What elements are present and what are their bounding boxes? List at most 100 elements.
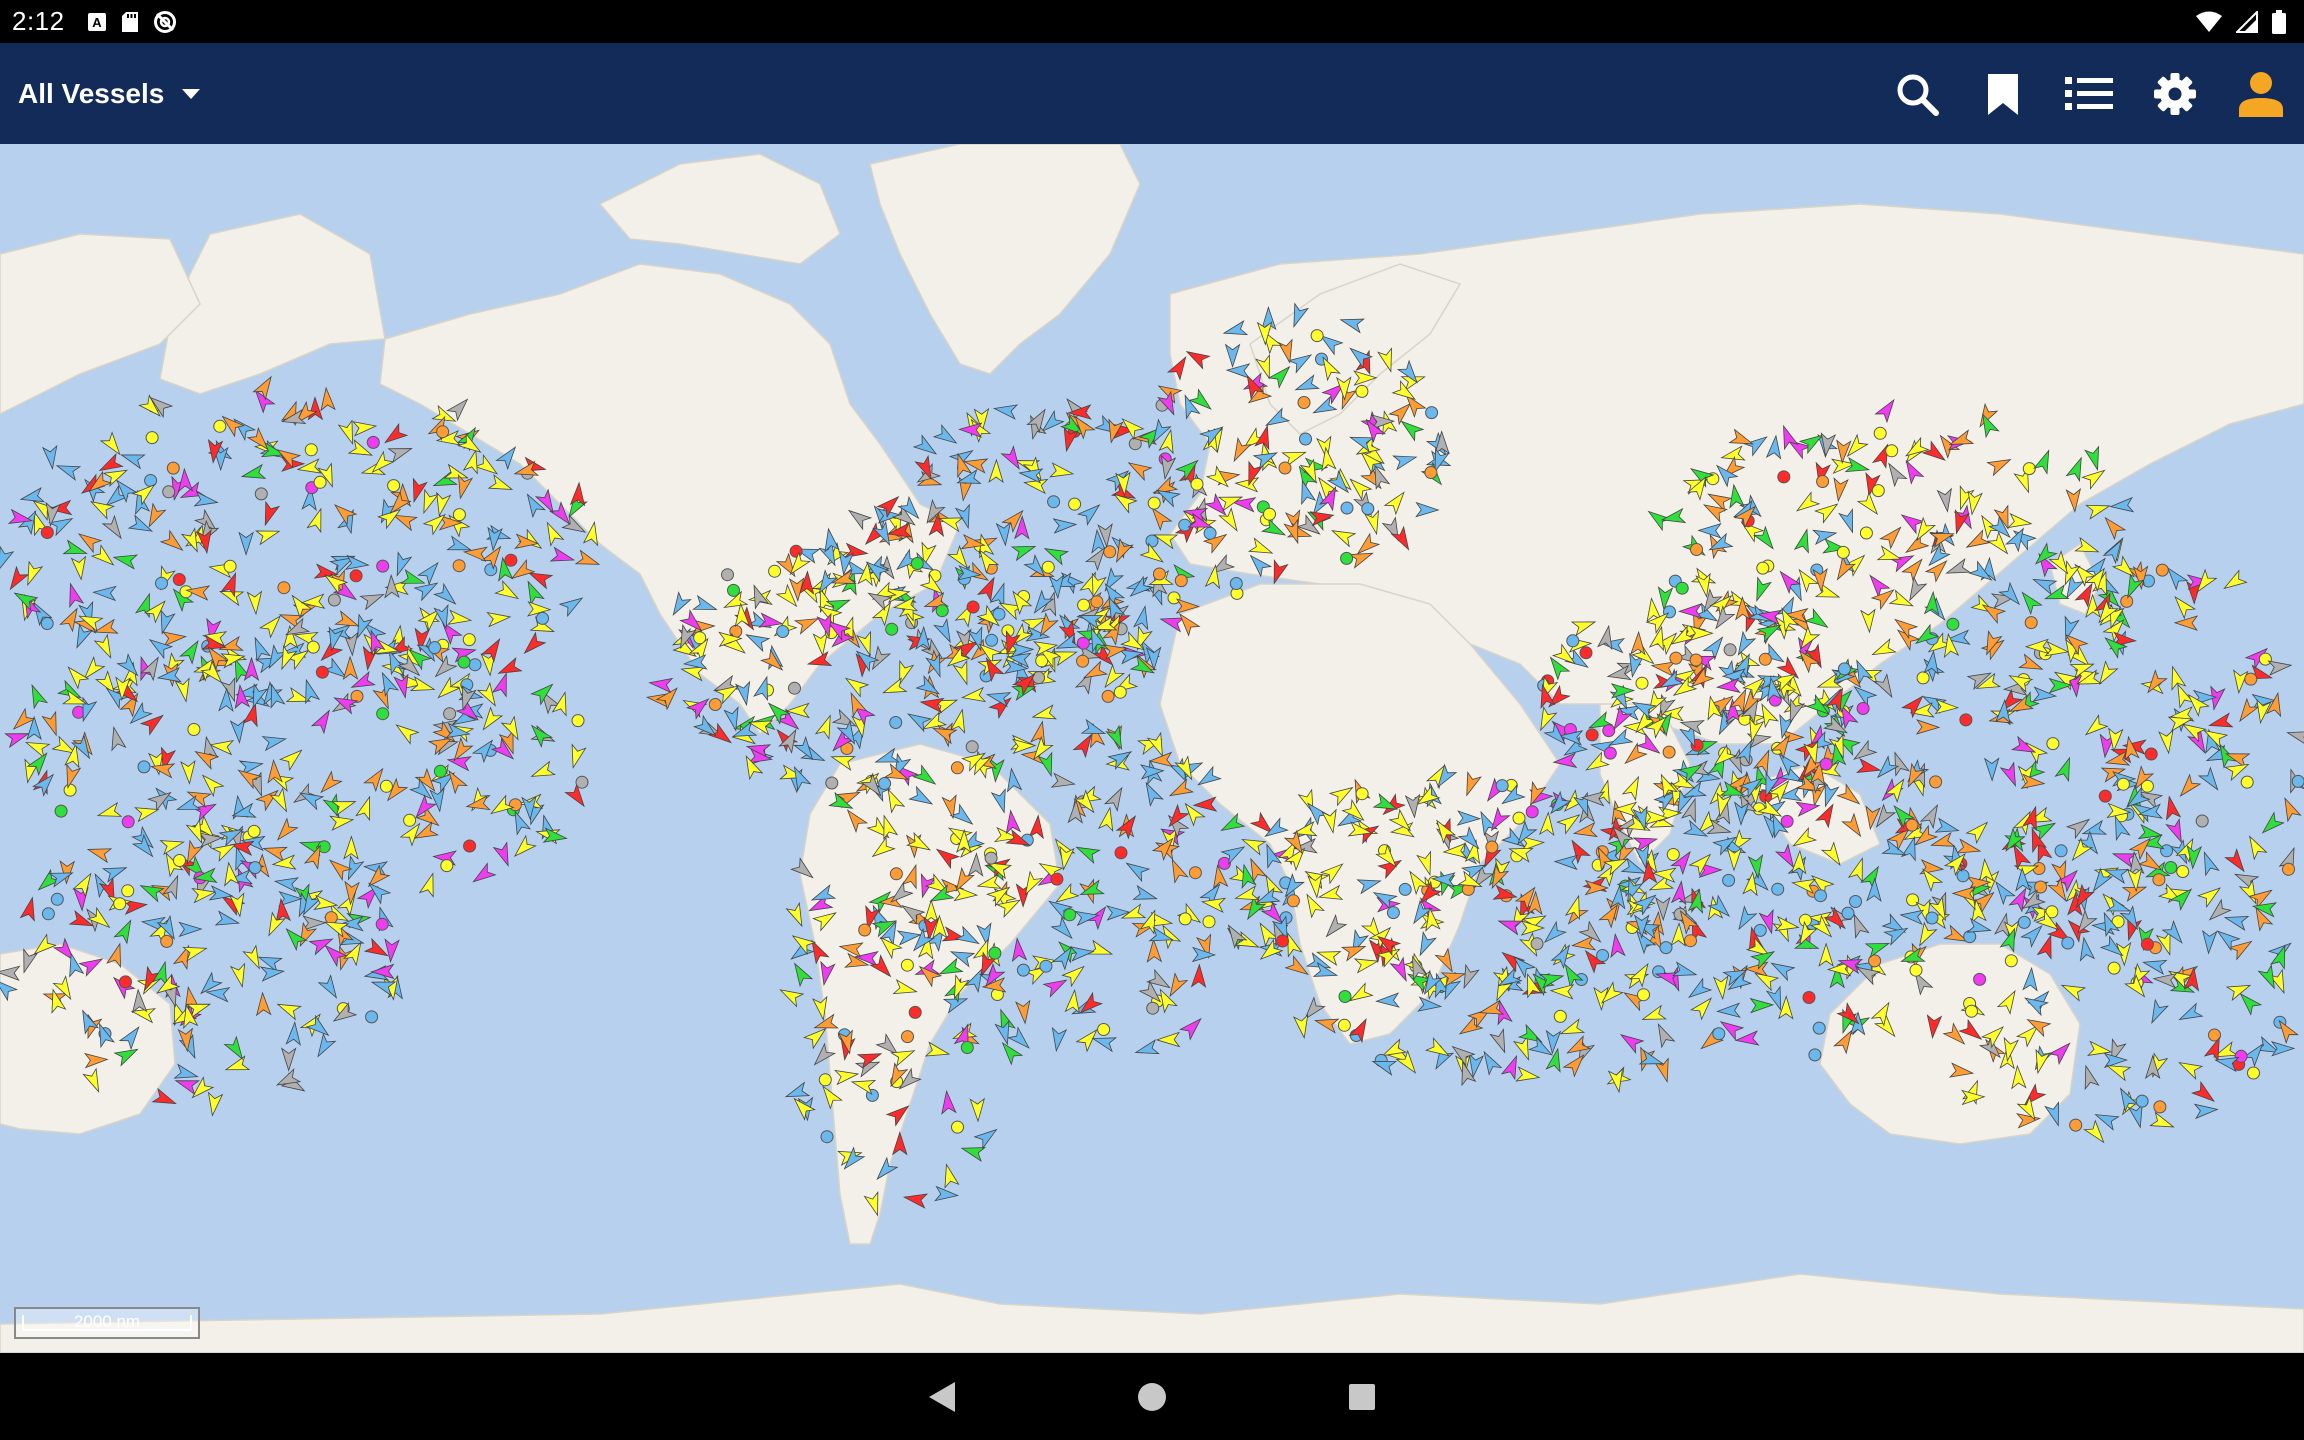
vessel-moving-marker[interactable]	[814, 713, 837, 740]
vessel-moving-marker[interactable]	[198, 770, 225, 798]
vessel-stationary-marker[interactable]	[1689, 653, 1703, 667]
vessel-stationary-marker[interactable]	[40, 617, 54, 630]
vessel-moving-marker[interactable]	[429, 787, 447, 813]
vessel-stationary-marker[interactable]	[1286, 894, 1300, 908]
vessel-moving-marker[interactable]	[1608, 932, 1626, 959]
vessel-moving-marker[interactable]	[325, 855, 353, 881]
vessel-moving-marker[interactable]	[1417, 996, 1443, 1013]
vessel-moving-marker[interactable]	[469, 862, 497, 887]
vessel-moving-marker[interactable]	[19, 896, 40, 922]
vessel-moving-marker[interactable]	[934, 1185, 960, 1203]
vessel-moving-marker[interactable]	[1146, 938, 1163, 963]
vessel-moving-marker[interactable]	[138, 879, 165, 903]
vessel-moving-marker[interactable]	[2220, 569, 2248, 595]
vessel-stationary-marker[interactable]	[1203, 526, 1217, 540]
vessel-moving-marker[interactable]	[86, 906, 114, 933]
vessel-moving-marker[interactable]	[842, 673, 870, 698]
vessel-stationary-marker[interactable]	[951, 1120, 964, 1134]
vessel-stationary-marker[interactable]	[1873, 426, 1887, 440]
vessel-stationary-marker[interactable]	[223, 559, 237, 573]
vessel-stationary-marker[interactable]	[155, 576, 168, 590]
vessel-stationary-marker[interactable]	[1669, 651, 1683, 665]
vessel-moving-marker[interactable]	[648, 676, 674, 694]
vessel-moving-marker[interactable]	[2234, 697, 2260, 725]
vessel-moving-marker[interactable]	[4, 727, 30, 749]
vessel-moving-marker[interactable]	[1489, 1028, 1511, 1055]
vessel-moving-marker[interactable]	[1074, 841, 1101, 865]
vessel-stationary-marker[interactable]	[1635, 676, 1649, 690]
vessel-stationary-marker[interactable]	[1859, 526, 1873, 540]
vessel-stationary-marker[interactable]	[2247, 1066, 2260, 1080]
vessel-stationary-marker[interactable]	[366, 435, 380, 449]
vessel-moving-marker[interactable]	[205, 1091, 224, 1117]
vessel-stationary-marker[interactable]	[1841, 906, 1855, 920]
vessel-moving-marker[interactable]	[1572, 821, 1599, 841]
vessel-moving-marker[interactable]	[392, 719, 420, 745]
vessel-stationary-marker[interactable]	[901, 1030, 914, 1044]
vessel-stationary-marker[interactable]	[2098, 789, 2112, 803]
vessel-stationary-marker[interactable]	[1905, 818, 1919, 832]
vessel-moving-marker[interactable]	[2100, 513, 2127, 541]
vessel-moving-marker[interactable]	[510, 834, 537, 861]
vessel-moving-marker[interactable]	[1983, 757, 2000, 782]
vessel-stationary-marker[interactable]	[1167, 591, 1181, 605]
vessel-moving-marker[interactable]	[529, 760, 556, 783]
vessel-moving-marker[interactable]	[1617, 1029, 1645, 1054]
vessel-moving-marker[interactable]	[487, 473, 515, 496]
settings-button[interactable]	[2132, 51, 2218, 137]
vessel-stationary-marker[interactable]	[789, 544, 803, 558]
vessel-moving-marker[interactable]	[2197, 766, 2223, 794]
vessel-moving-marker[interactable]	[2176, 1002, 2204, 1026]
vessel-moving-marker[interactable]	[93, 633, 117, 661]
vessel-stationary-marker[interactable]	[1076, 636, 1090, 650]
vessel-stationary-marker[interactable]	[463, 839, 477, 853]
vessel-moving-marker[interactable]	[92, 585, 117, 602]
vessel-moving-marker[interactable]	[1545, 1047, 1564, 1073]
vessel-stationary-marker[interactable]	[436, 425, 450, 439]
vessel-moving-marker[interactable]	[1292, 1013, 1311, 1040]
vessel-moving-marker[interactable]	[1549, 984, 1575, 1000]
vessel-moving-marker[interactable]	[342, 655, 359, 681]
vessel-moving-marker[interactable]	[1049, 1026, 1068, 1053]
vessel-moving-marker[interactable]	[2258, 811, 2285, 838]
vessel-moving-marker[interactable]	[280, 1047, 297, 1072]
vessel-stationary-marker[interactable]	[935, 604, 949, 618]
vessel-stationary-marker[interactable]	[2107, 961, 2121, 975]
vessel-moving-marker[interactable]	[2079, 1064, 2100, 1091]
vessel-moving-marker[interactable]	[174, 677, 193, 703]
vessel-moving-marker[interactable]	[112, 550, 139, 570]
vessel-moving-marker[interactable]	[1132, 884, 1159, 906]
vessel-stationary-marker[interactable]	[2234, 1049, 2248, 1063]
vessel-moving-marker[interactable]	[940, 1163, 960, 1189]
vessel-stationary-marker[interactable]	[452, 508, 466, 522]
vessel-stationary-marker[interactable]	[443, 707, 457, 721]
vessel-stationary-marker[interactable]	[2135, 1094, 2149, 1108]
vessel-stationary-marker[interactable]	[324, 911, 338, 925]
vessel-moving-marker[interactable]	[238, 531, 254, 556]
vessel-moving-marker[interactable]	[1818, 942, 1834, 967]
vessel-moving-marker[interactable]	[2170, 592, 2197, 620]
vessel-moving-marker[interactable]	[296, 458, 322, 476]
vessel-moving-marker[interactable]	[1915, 719, 1941, 735]
vessel-stationary-marker[interactable]	[376, 559, 390, 573]
vessel-moving-marker[interactable]	[520, 631, 547, 658]
vessel-moving-marker[interactable]	[487, 794, 515, 820]
vessel-stationary-marker[interactable]	[693, 631, 707, 645]
vessel-moving-marker[interactable]	[522, 491, 547, 519]
vessel-stationary-marker[interactable]	[1152, 567, 1166, 581]
vessel-stationary-marker[interactable]	[1780, 814, 1794, 828]
vessel-moving-marker[interactable]	[473, 453, 501, 479]
vessel-stationary-marker[interactable]	[885, 622, 899, 636]
vessel-stationary-marker[interactable]	[40, 526, 54, 539]
vessel-moving-marker[interactable]	[1919, 802, 1944, 830]
vessel-stationary-marker[interactable]	[2282, 862, 2295, 876]
vessel-moving-marker[interactable]	[2270, 1041, 2296, 1057]
vessel-moving-marker[interactable]	[88, 496, 116, 520]
vessel-stationary-marker[interactable]	[1722, 873, 1736, 887]
vessel-stationary-marker[interactable]	[1596, 949, 1610, 962]
vessel-stationary-marker[interactable]	[2195, 814, 2209, 828]
vessel-moving-marker[interactable]	[952, 659, 973, 686]
vessel-moving-marker[interactable]	[1000, 445, 1026, 472]
vessel-stationary-marker[interactable]	[2024, 616, 2038, 630]
vessel-stationary-marker[interactable]	[54, 804, 68, 818]
